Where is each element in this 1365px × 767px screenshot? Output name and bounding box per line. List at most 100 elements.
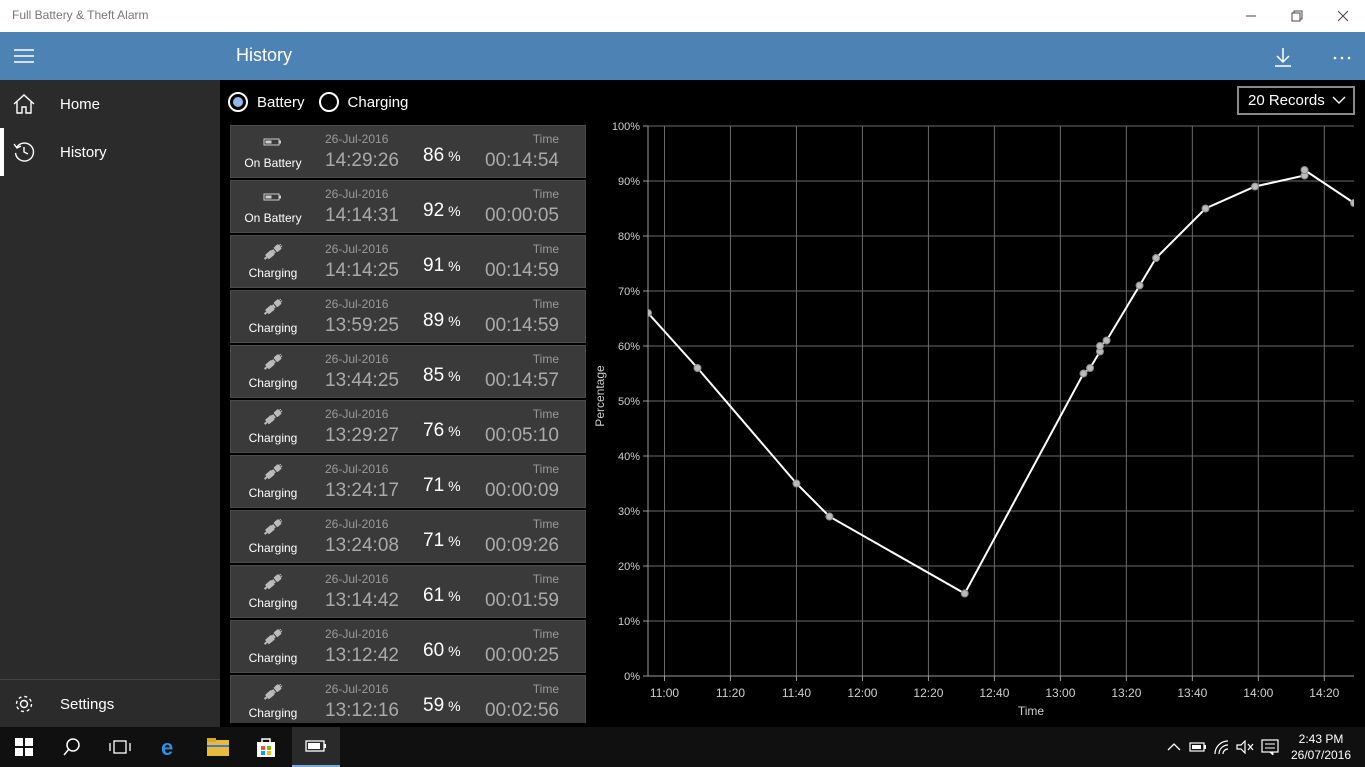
record-state: Charging [248, 651, 298, 665]
radio-label: Battery [257, 93, 305, 111]
record-percent: 91% [423, 255, 461, 277]
battery-icon [1189, 742, 1206, 752]
sidebar-item-history[interactable]: History [0, 128, 220, 176]
download-button[interactable] [1266, 40, 1300, 74]
restore-icon [1291, 10, 1303, 22]
history-record-list[interactable]: On Battery 26-Jul-2016 14:29:26 86% Time 00:1… [230, 125, 586, 723]
record-duration: 00:09:26 [485, 535, 559, 556]
battery-app-taskbar-button[interactable] [292, 727, 340, 767]
network-tray-button[interactable] [1212, 737, 1232, 757]
plug-icon [261, 353, 285, 370]
app-header: History [0, 32, 1365, 80]
record-percent-value: 71 [423, 530, 445, 551]
data-point [960, 589, 969, 598]
record-time: 14:29:26 [325, 150, 399, 171]
record-date: 26-Jul-2016 [325, 462, 389, 476]
history-record-row[interactable]: Charging 26-Jul-2016 13:59:25 89% Time 00:14:… [230, 290, 586, 343]
series-line [648, 168, 1354, 595]
y-tick-label: 20% [618, 561, 640, 573]
y-tick-label: 40% [618, 451, 640, 463]
history-record-row[interactable]: Charging 26-Jul-2016 13:29:27 76% Time 00:05:… [230, 400, 586, 453]
record-duration: 00:00:09 [485, 480, 559, 501]
sidebar-item-settings[interactable]: Settings [0, 680, 220, 728]
history-record-row[interactable]: On Battery 26-Jul-2016 14:29:26 86% Time 00:1… [230, 125, 586, 178]
record-state: On Battery [244, 211, 302, 225]
history-record-row[interactable]: Charging 26-Jul-2016 13:24:17 71% Time 00:00:… [230, 455, 586, 508]
record-duration-label: Time [532, 297, 559, 311]
history-record-row[interactable]: Charging 26-Jul-2016 13:24:08 71% Time 00:09:… [230, 510, 586, 563]
record-duration-label: Time [532, 352, 559, 366]
data-point [1251, 182, 1260, 191]
sidebar-item-label: History [60, 143, 107, 161]
percent-sign: % [448, 643, 461, 659]
x-tick-label: 11:40 [782, 686, 811, 700]
y-tick-label: 10% [618, 616, 640, 628]
record-percent-value: 91 [423, 255, 445, 276]
plug-icon [261, 243, 285, 260]
file-explorer-button[interactable] [194, 727, 242, 767]
data-point [1095, 342, 1104, 350]
x-axis-label: Time [1018, 704, 1045, 718]
store-button[interactable] [242, 727, 290, 767]
percent-sign: % [448, 313, 461, 329]
record-percent-value: 71 [423, 475, 445, 496]
record-percent-value: 85 [423, 365, 445, 386]
history-record-row[interactable]: Charging 26-Jul-2016 13:12:42 60% Time 00:00:… [230, 620, 586, 673]
close-button[interactable] [1320, 0, 1365, 32]
start-button[interactable] [0, 727, 48, 767]
battery-radio[interactable]: Battery [228, 92, 305, 112]
action-center-icon [1261, 739, 1279, 755]
record-count-dropdown[interactable]: 20 Records [1237, 86, 1355, 115]
title-bar: Full Battery & Theft Alarm [0, 0, 1365, 32]
x-tick-label: 14:20 [1309, 686, 1339, 700]
battery-tray-button[interactable] [1188, 737, 1208, 757]
record-state: Charging [248, 266, 298, 280]
charging-radio[interactable]: Charging [318, 92, 408, 112]
task-view-button[interactable] [96, 727, 144, 767]
record-percent: 85% [423, 365, 461, 387]
record-duration-label: Time [532, 407, 559, 421]
action-center-button[interactable] [1260, 737, 1280, 757]
home-icon [0, 94, 48, 114]
record-duration-label: Time [532, 132, 559, 146]
record-percent-value: 61 [423, 585, 445, 606]
restore-button[interactable] [1274, 0, 1320, 32]
history-record-row[interactable]: Charging 26-Jul-2016 13:14:42 61% Time 00:01:… [230, 565, 586, 618]
record-percent-value: 76 [423, 420, 445, 441]
record-percent-value: 86 [423, 145, 445, 166]
record-date: 26-Jul-2016 [325, 242, 389, 256]
sidebar-item-home[interactable]: Home [0, 80, 220, 128]
record-time: 13:12:16 [325, 700, 399, 721]
edge-button[interactable]: e [146, 727, 194, 767]
search-button[interactable] [48, 727, 96, 767]
volume-tray-button[interactable] [1235, 737, 1255, 757]
taskbar-clock[interactable]: 2:43 PM 26/07/2016 [1286, 731, 1356, 763]
show-hidden-icons-button[interactable] [1164, 737, 1184, 757]
history-record-row[interactable]: Charging 26-Jul-2016 13:44:25 85% Time 00:14:… [230, 345, 586, 398]
y-tick-label: 30% [618, 506, 640, 518]
percent-sign: % [448, 368, 461, 384]
data-point [825, 512, 834, 521]
data-point [1079, 369, 1088, 378]
data-point [1201, 204, 1210, 213]
more-options-button[interactable] [1324, 40, 1360, 74]
search-icon [63, 738, 80, 756]
record-time: 13:44:25 [325, 370, 399, 391]
record-date: 26-Jul-2016 [325, 517, 389, 531]
history-record-row[interactable]: Charging 26-Jul-2016 13:12:16 59% Time 00:02:… [230, 675, 586, 723]
data-point [1152, 254, 1161, 262]
minimize-button[interactable] [1228, 0, 1274, 32]
history-record-row[interactable]: On Battery 26-Jul-2016 14:14:31 92% Time 00:0… [230, 180, 586, 233]
radio-selected-indicator [228, 92, 248, 112]
record-duration: 00:00:25 [485, 645, 559, 666]
volume-icon [1236, 740, 1254, 754]
history-record-row[interactable]: Charging 26-Jul-2016 14:14:25 91% Time 00:14:… [230, 235, 586, 288]
data-point [1102, 336, 1111, 345]
data-point [693, 364, 702, 372]
clock-time: 2:43 PM [1298, 732, 1344, 746]
record-percent: 71% [423, 530, 461, 552]
data-point [1135, 281, 1144, 290]
download-icon [1275, 48, 1291, 67]
sidebar: Home History Settings [0, 80, 220, 727]
hamburger-menu-button[interactable] [0, 32, 48, 80]
